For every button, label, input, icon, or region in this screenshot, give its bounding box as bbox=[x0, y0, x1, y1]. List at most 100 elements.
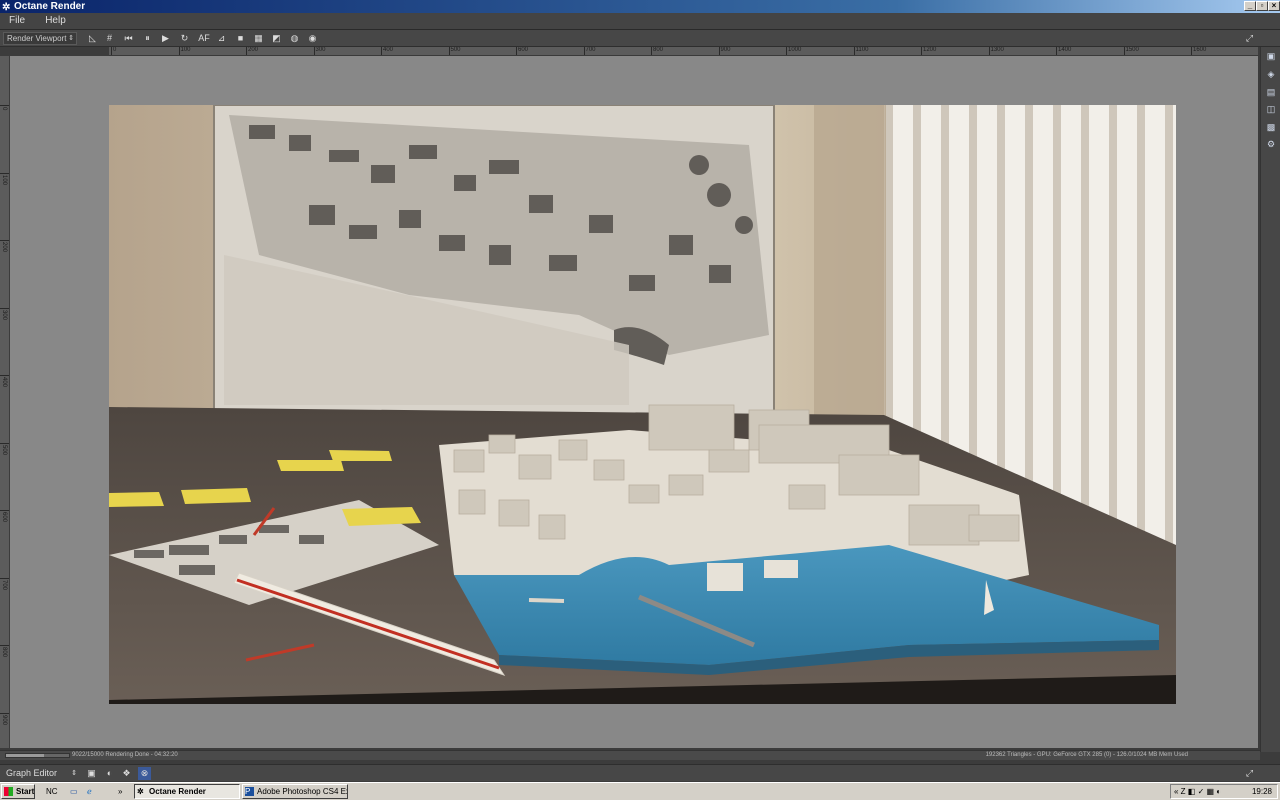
render-progress-fill bbox=[6, 754, 44, 757]
ruler-label: 100 bbox=[1, 174, 7, 185]
ruler-tick bbox=[1191, 47, 1192, 55]
ruler-label: 500 bbox=[450, 47, 461, 53]
photoshop-icon: P bbox=[245, 787, 254, 796]
fullscreen-icon[interactable]: ⤢ bbox=[1243, 32, 1256, 45]
title-bar: ✲ Octane Render _ ▫ × bbox=[0, 0, 1280, 13]
ruler-tick bbox=[313, 47, 315, 55]
ruler-tick bbox=[448, 47, 450, 55]
ruler-tick bbox=[381, 47, 382, 55]
start-label: Start bbox=[16, 787, 35, 796]
vertical-ruler: 0 100 200 300 400 500 600 700 800 900 bbox=[0, 56, 9, 748]
task-photoshop[interactable]: P Adobe Photoshop CS4 Ex... bbox=[242, 784, 348, 799]
render-progress-bar bbox=[5, 753, 70, 758]
menu-file[interactable]: File bbox=[0, 13, 33, 26]
window-title: Octane Render bbox=[14, 1, 86, 12]
ruler-tick bbox=[111, 47, 112, 55]
maximize-button[interactable]: ▫ bbox=[1256, 1, 1268, 11]
clock: 19:28 bbox=[1251, 787, 1272, 796]
more-icon[interactable]: » bbox=[118, 785, 122, 798]
ruler-label: 1600 bbox=[1193, 47, 1207, 53]
ruler-tick bbox=[516, 47, 517, 55]
play-icon[interactable]: ▶ bbox=[159, 32, 172, 45]
ruler-tick bbox=[988, 47, 990, 55]
graph-editor-label: Graph Editor bbox=[6, 768, 58, 778]
render-status-text: 9022/15000 Rendering Done - 04:32:20 bbox=[72, 752, 178, 758]
grid-icon[interactable]: # bbox=[103, 32, 116, 45]
ruler-tick bbox=[853, 47, 855, 55]
close-button[interactable]: × bbox=[1268, 1, 1280, 11]
minimize-button[interactable]: _ bbox=[1244, 1, 1256, 11]
task-octane-render[interactable]: ✲ Octane Render bbox=[134, 784, 240, 799]
globe-icon[interactable]: ◉ bbox=[306, 32, 319, 45]
autofocus-button[interactable]: AF bbox=[197, 32, 211, 45]
ruler-label: 1100 bbox=[855, 47, 869, 53]
ruler-tick bbox=[0, 442, 9, 444]
ruler-label: 800 bbox=[653, 47, 664, 53]
ruler-label: 0 bbox=[1, 107, 7, 111]
chevron-down-icon: ⇕ bbox=[68, 35, 74, 42]
node-icon[interactable]: ▣ bbox=[85, 767, 98, 780]
link-icon[interactable]: ❖ bbox=[120, 767, 133, 780]
settings-icon[interactable]: ⚙ bbox=[1265, 138, 1277, 150]
chevron-down-icon: ⇕ bbox=[71, 770, 77, 777]
display-mode-icon[interactable]: ■ bbox=[234, 32, 247, 45]
pause-icon[interactable]: ⏸ bbox=[141, 32, 154, 45]
system-tray: « Z ◧ ✓ ▦ ◐ 19:28 bbox=[1170, 784, 1278, 799]
ruler-label: 0 bbox=[113, 47, 117, 53]
world-icon[interactable]: ◍ bbox=[288, 32, 301, 45]
graph-editor-bar: Graph Editor ⇕ ▣ ◐ ❖ ⊗ ⤢ bbox=[0, 764, 1280, 781]
layers-icon[interactable]: ◫ bbox=[1265, 103, 1277, 115]
ruler-label: 1500 bbox=[1125, 47, 1139, 53]
restart-render-icon[interactable]: ⏮ bbox=[122, 32, 135, 45]
status-bar: 9022/15000 Rendering Done - 04:32:20 192… bbox=[0, 750, 1260, 760]
ruler-label: 900 bbox=[1, 714, 7, 725]
task-label: Octane Render bbox=[149, 787, 206, 796]
ruler-tick bbox=[786, 47, 787, 55]
ruler-label: 800 bbox=[1, 647, 7, 658]
graph-editor-select[interactable]: Graph Editor ⇕ bbox=[3, 767, 79, 780]
ruler-label: 500 bbox=[1, 444, 7, 455]
octane-app-icon: ✲ bbox=[137, 787, 144, 796]
region-icon[interactable]: ⊿ bbox=[215, 32, 228, 45]
pick-focus-icon[interactable]: ◺ bbox=[86, 32, 99, 45]
ruler-label: 600 bbox=[1, 512, 7, 523]
ruler-tick bbox=[1123, 47, 1125, 55]
camera-icon[interactable]: ◈ bbox=[1265, 68, 1277, 80]
image-icon[interactable]: ▩ bbox=[1265, 121, 1277, 133]
ruler-tick bbox=[583, 47, 585, 55]
ruler-label: 1000 bbox=[788, 47, 802, 53]
ruler-tick bbox=[0, 105, 9, 106]
tray-icons[interactable]: « Z ◧ ✓ ▦ ◐ bbox=[1174, 785, 1221, 798]
ruler-tick bbox=[0, 510, 9, 511]
ruler-tick bbox=[0, 307, 9, 309]
task-label: Adobe Photoshop CS4 Ex... bbox=[257, 787, 348, 796]
fullscreen-icon[interactable]: ⤢ bbox=[1243, 767, 1256, 780]
ruler-label: 700 bbox=[585, 47, 596, 53]
ruler-tick bbox=[1056, 47, 1057, 55]
quicklaunch-label[interactable]: NC bbox=[46, 785, 58, 798]
ruler-tick bbox=[178, 47, 180, 55]
refresh-icon[interactable]: ↻ bbox=[178, 32, 191, 45]
ruler-label: 1400 bbox=[1058, 47, 1072, 53]
windows-logo-icon bbox=[4, 787, 13, 796]
ruler-label: 400 bbox=[383, 47, 394, 53]
viewport-select[interactable]: Render Viewport ⇕ bbox=[3, 32, 77, 45]
ruler-label: 100 bbox=[180, 47, 191, 53]
save-image-icon[interactable]: ▣ bbox=[1265, 50, 1277, 62]
half-tone-icon[interactable]: ◩ bbox=[270, 32, 283, 45]
gpu-status-text: 192362 Triangles - GPU: GeForce GTX 285 … bbox=[985, 752, 1188, 758]
ie-icon[interactable]: ℯ bbox=[87, 785, 92, 798]
menu-help[interactable]: Help bbox=[36, 13, 74, 26]
ruler-tick bbox=[0, 712, 9, 714]
ruler-tick bbox=[651, 47, 652, 55]
checker-icon[interactable]: ▦ bbox=[252, 32, 265, 45]
windows-taskbar: Start NC ▭ ℯ » ✲ Octane Render P Adobe P… bbox=[0, 782, 1280, 800]
desktop-icon[interactable]: ▭ bbox=[70, 785, 78, 798]
graph-view-icon[interactable]: ⊗ bbox=[138, 767, 151, 780]
ruler-label: 700 bbox=[1, 579, 7, 590]
start-button[interactable]: Start bbox=[1, 784, 35, 799]
panel-icon[interactable]: ▤ bbox=[1265, 86, 1277, 98]
material-icon[interactable]: ◐ bbox=[103, 767, 116, 780]
ruler-tick bbox=[0, 577, 9, 579]
menu-bar: File Help bbox=[0, 13, 1280, 30]
